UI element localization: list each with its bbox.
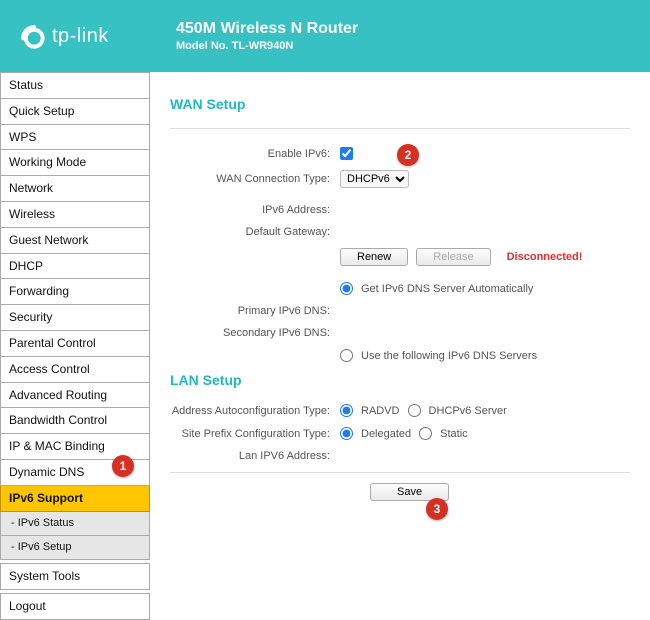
radvd-label: RADVD: [361, 405, 400, 417]
autoconf-label: Address Autoconfiguration Type:: [170, 405, 340, 417]
app-header: tp-link 450M Wireless N Router Model No.…: [0, 0, 650, 72]
nav-parental-control[interactable]: Parental Control: [0, 331, 150, 357]
release-button[interactable]: Release: [416, 248, 490, 266]
nav-wps[interactable]: WPS: [0, 125, 150, 151]
logo-icon: [18, 22, 46, 50]
product-title: 450M Wireless N Router: [176, 20, 358, 38]
ipv6-address-label: IPv6 Address:: [170, 204, 340, 216]
nav-dynamic-dns[interactable]: Dynamic DNS: [0, 460, 150, 486]
wan-section-title: WAN Setup: [170, 96, 630, 112]
nav-ipv6-setup[interactable]: - IPv6 Setup: [0, 536, 150, 560]
header-title-block: 450M Wireless N Router Model No. TL-WR94…: [176, 20, 358, 52]
nav-wireless[interactable]: Wireless: [0, 202, 150, 228]
static-label: Static: [440, 428, 468, 440]
dns-auto-label: Get IPv6 DNS Server Automatically: [361, 283, 533, 295]
dns-manual-radio[interactable]: [340, 349, 353, 362]
wan-conntype-select[interactable]: DHCPv6: [340, 170, 409, 188]
divider: [170, 128, 630, 129]
nav-ipv6-support[interactable]: IPv6 Support: [0, 486, 150, 512]
connection-status: Disconnected!: [507, 251, 583, 263]
lan-section-title: LAN Setup: [170, 372, 630, 388]
nav-system-tools[interactable]: System Tools: [0, 563, 150, 590]
lan-ipv6-label: Lan IPV6 Address:: [170, 450, 340, 462]
sidebar-nav: Status Quick Setup WPS Working Mode Netw…: [0, 72, 150, 527]
divider: [170, 472, 630, 473]
static-radio[interactable]: [419, 427, 432, 440]
dns-manual-label: Use the following IPv6 DNS Servers: [361, 350, 537, 362]
nav-logout[interactable]: Logout: [0, 593, 150, 620]
delegated-radio[interactable]: [340, 427, 353, 440]
nav-network[interactable]: Network: [0, 176, 150, 202]
nav-status[interactable]: Status: [0, 72, 150, 99]
dhcpv6srv-radio[interactable]: [408, 404, 421, 417]
nav-forwarding[interactable]: Forwarding: [0, 279, 150, 305]
nav-guest-network[interactable]: Guest Network: [0, 228, 150, 254]
default-gateway-label: Default Gateway:: [170, 226, 340, 238]
brand-logo: tp-link: [18, 22, 168, 50]
nav-ip-mac-binding[interactable]: IP & MAC Binding: [0, 434, 150, 460]
dhcpv6srv-label: DHCPv6 Server: [429, 405, 507, 417]
nav-dhcp[interactable]: DHCP: [0, 254, 150, 280]
content-panel: WAN Setup Enable IPv6: WAN Connection Ty…: [150, 72, 650, 527]
enable-ipv6-label: Enable IPv6:: [170, 148, 340, 160]
nav-bandwidth-control[interactable]: Bandwidth Control: [0, 408, 150, 434]
dns-auto-radio[interactable]: [340, 282, 353, 295]
enable-ipv6-checkbox[interactable]: [340, 147, 353, 160]
secondary-dns-label: Secondary IPv6 DNS:: [170, 327, 340, 339]
nav-ipv6-status[interactable]: - IPv6 Status: [0, 512, 150, 536]
wan-conntype-label: WAN Connection Type:: [170, 173, 340, 185]
nav-advanced-routing[interactable]: Advanced Routing: [0, 383, 150, 409]
renew-button[interactable]: Renew: [340, 248, 408, 266]
nav-ipv6-setup-label: - IPv6 Setup: [11, 541, 72, 553]
prefix-label: Site Prefix Configuration Type:: [170, 428, 340, 440]
nav-access-control[interactable]: Access Control: [0, 357, 150, 383]
delegated-label: Delegated: [361, 428, 411, 440]
radvd-radio[interactable]: [340, 404, 353, 417]
nav-quick-setup[interactable]: Quick Setup: [0, 99, 150, 125]
save-button[interactable]: Save: [370, 483, 449, 501]
brand-name: tp-link: [52, 25, 109, 48]
nav-security[interactable]: Security: [0, 305, 150, 331]
nav-working-mode[interactable]: Working Mode: [0, 150, 150, 176]
primary-dns-label: Primary IPv6 DNS:: [170, 305, 340, 317]
product-model: Model No. TL-WR940N: [176, 40, 358, 52]
